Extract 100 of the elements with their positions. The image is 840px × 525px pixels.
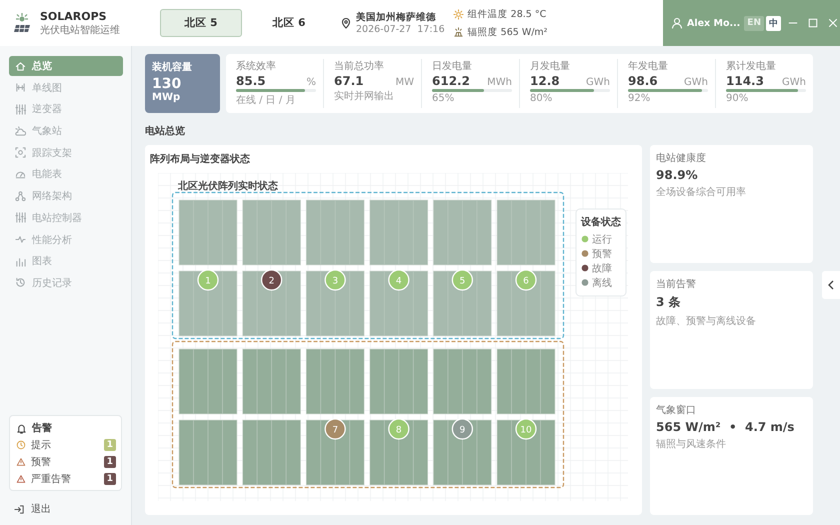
location-pin-icon — [340, 17, 352, 29]
metric-label: 月发电量 — [530, 60, 571, 73]
warning-icon — [16, 457, 26, 467]
card-title: 阵列布局与逆变器状态 — [150, 152, 251, 166]
diagram-title: 北区光伏阵列实时状态 — [178, 181, 278, 192]
legend-label: 故障 — [592, 264, 612, 274]
user-icon — [671, 17, 683, 29]
alert-label[interactable]: 严重告警 — [31, 472, 71, 486]
nav-item[interactable]: 总览 — [9, 56, 123, 76]
nav-item[interactable]: 历史记录 — [9, 272, 123, 293]
metric-value: 98.6 — [628, 74, 658, 88]
info-label: 电站健康度 — [656, 152, 707, 165]
close-icon[interactable] — [828, 18, 838, 28]
site-tab[interactable]: 北区 6 — [248, 9, 330, 37]
collapse-button[interactable] — [822, 271, 840, 299]
metric-label: 年发电量 — [628, 60, 669, 73]
maximize-icon[interactable] — [808, 18, 818, 28]
metric-unit: MWh — [487, 77, 512, 88]
info-caption: 辐照与风速条件 — [656, 438, 727, 451]
user-name[interactable]: Alex Mo... — [687, 18, 740, 28]
solar-logo — [12, 12, 32, 34]
chevron-left-icon — [827, 280, 835, 290]
metric-unit: GWh — [586, 77, 610, 88]
alert-label[interactable]: 提示 — [31, 438, 51, 452]
info-value: 98.9% — [656, 168, 699, 182]
metric-label: 累计发电量 — [726, 60, 777, 73]
metric-caption: 80% — [530, 93, 554, 104]
bell-icon — [16, 422, 27, 434]
inverter-marker[interactable]: 6 — [515, 269, 537, 291]
alert-count: 1 — [104, 473, 116, 485]
inverter-marker[interactable]: 10 — [515, 418, 537, 440]
app-title: SOLAROPS — [40, 10, 108, 22]
inverter-marker[interactable]: 2 — [261, 269, 282, 291]
metric-unit: GWh — [782, 77, 806, 88]
info-value: 565 W/m² • 4.7 m/s — [656, 420, 796, 434]
logout-button[interactable]: 退出 — [9, 501, 122, 517]
metric-caption: 在线 / 日 / 月 — [236, 94, 296, 107]
location-name: 美国加州梅萨维德 — [356, 11, 437, 24]
nav-item[interactable]: 单线图 — [9, 78, 123, 98]
capacity-unit: MWp — [152, 92, 182, 103]
home-icon — [15, 60, 26, 72]
bar-chart-icon — [15, 256, 26, 267]
pulse-icon — [15, 234, 26, 245]
inverter-marker[interactable]: 5 — [452, 269, 473, 291]
section-title: 电站总览 — [145, 124, 186, 138]
legend-label: 运行 — [592, 234, 612, 246]
alert-title: 告警 — [32, 422, 52, 435]
inverter-marker[interactable]: 9 — [452, 418, 473, 440]
metric-value: 67.1 — [334, 74, 364, 88]
metric-value: 85.5 — [236, 74, 266, 88]
language-toggle[interactable]: 中 — [766, 16, 781, 30]
legend-label: 预警 — [592, 249, 612, 260]
nav-item[interactable]: 性能分析 — [9, 230, 123, 250]
nav-item[interactable]: 图表 — [9, 251, 123, 272]
metric-caption: 65% — [432, 93, 456, 104]
legend-label: 离线 — [592, 278, 612, 289]
metric-unit: GWh — [684, 77, 708, 88]
inverter-marker[interactable]: 8 — [388, 418, 410, 440]
weather-reading: 辐照度 565 W/m² — [468, 26, 548, 38]
metric-value: 114.3 — [726, 74, 764, 88]
metric-label: 日发电量 — [432, 60, 473, 73]
metric-unit: % — [306, 77, 316, 88]
diagram-icon — [15, 82, 26, 94]
info-caption: 故障、预警与离线设备 — [656, 314, 757, 328]
inverter-marker[interactable]: 7 — [324, 418, 346, 440]
nav-item[interactable]: 网络架构 — [9, 186, 123, 206]
nav-item[interactable]: 跟踪支架 — [9, 142, 123, 163]
inverter-marker[interactable]: 1 — [197, 269, 219, 291]
network-icon — [15, 190, 26, 202]
metric-value: 612.2 — [432, 74, 470, 88]
metric-value: 12.8 — [530, 74, 560, 88]
alert-label[interactable]: 预警 — [31, 455, 51, 469]
info-caption: 全场设备综合可用率 — [656, 186, 747, 199]
capacity-label: 装机容量 — [152, 60, 193, 74]
sun-icon — [452, 8, 464, 20]
weather-reading: 组件温度 28.5 °C — [468, 8, 546, 20]
sliders-icon — [15, 212, 26, 224]
inverter-marker[interactable]: 4 — [388, 269, 410, 291]
alert-count: 1 — [104, 439, 116, 451]
alert-count: 1 — [104, 456, 116, 468]
nav-item[interactable]: 逆变器 — [9, 99, 123, 120]
site-tab[interactable]: 北区 5 — [160, 9, 242, 37]
solar-panel[interactable] — [306, 420, 364, 486]
nav-item[interactable]: 电站控制器 — [9, 208, 123, 228]
solar-panel[interactable] — [242, 270, 301, 336]
info-label: 当前告警 — [656, 278, 697, 291]
language-toggle[interactable]: EN — [744, 16, 764, 30]
metric-unit: MW — [395, 77, 414, 88]
info-label: 气象窗口 — [656, 404, 697, 417]
target-icon — [15, 147, 26, 158]
clock-icon — [16, 440, 26, 450]
nav-item[interactable]: 电能表 — [9, 164, 123, 184]
inverter-marker[interactable]: 3 — [324, 269, 346, 291]
metric-caption: 92% — [628, 93, 652, 104]
cloud-sun-icon — [15, 126, 26, 137]
nav-item[interactable]: 气象站 — [9, 121, 123, 142]
capacity-value: 130 — [152, 76, 182, 92]
history-icon — [15, 277, 26, 288]
logout-icon — [14, 504, 25, 514]
date-time: 2026-07-27 17:16 — [356, 24, 445, 35]
